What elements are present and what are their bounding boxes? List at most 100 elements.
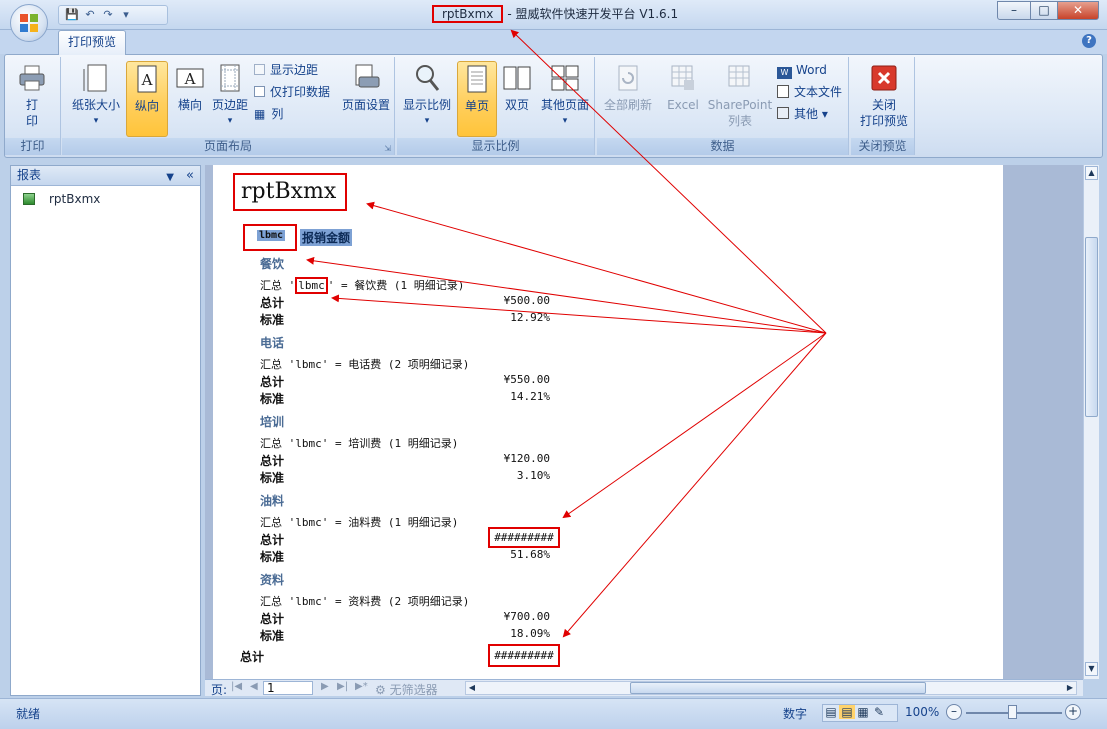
save-icon[interactable]: 💾	[63, 6, 81, 24]
show-margins-label: 显示边距	[270, 63, 319, 77]
horizontal-scrollbar[interactable]: ◀ ▶	[465, 681, 1077, 695]
filter-indicator[interactable]: ⚙ 无筛选器	[375, 681, 438, 698]
zoom-button[interactable]: 显示比例 ▾	[401, 63, 453, 129]
print-preview-view-icon[interactable]: ▤	[823, 705, 839, 719]
print-data-only-checkbox[interactable]: 仅打印数据	[254, 83, 330, 101]
export-word-label: Word	[796, 63, 827, 77]
design-view-icon[interactable]: ✎	[871, 705, 887, 719]
export-word-button[interactable]: W Word	[777, 61, 827, 79]
report-view-icon[interactable]: ▤	[839, 705, 855, 719]
report-page: rptBxmx lbmc 报销金额 餐饮 汇总 ' lbmc ' = 餐饮费 (1 …	[213, 165, 1003, 679]
more-pages-icon	[550, 63, 580, 93]
tab-print-preview[interactable]: 打印预览	[58, 30, 126, 55]
std-value: 18.09%	[510, 627, 550, 640]
close-preview-button[interactable]: 关闭 打印预览	[855, 63, 913, 129]
zoom-label: 显示比例	[402, 98, 451, 112]
prev-page-icon[interactable]: ◀	[250, 681, 258, 692]
zoom-in-icon[interactable]: +	[1065, 704, 1081, 720]
close-preview-icon	[869, 63, 899, 93]
summary-key: lbmc	[295, 277, 328, 294]
excel-button[interactable]: Excel	[663, 63, 703, 113]
nav-item-report[interactable]: rptBxmx	[23, 192, 100, 206]
page-setup-icon	[351, 63, 381, 93]
group-print: 打 印 打印	[5, 57, 61, 155]
group-zoom-label: 显示比例	[397, 138, 594, 155]
group-summary: 汇总 'lbmc' = 油料费 (1 明细记录)	[260, 516, 459, 529]
margins-button[interactable]: 页边距 ▾	[208, 63, 252, 129]
two-pages-button[interactable]: 双页	[499, 63, 535, 113]
paper-size-label: 纸张大小	[71, 98, 120, 112]
portrait-button[interactable]: A 纵向	[126, 61, 168, 137]
office-button[interactable]	[10, 4, 48, 42]
group-summary: 汇总 'lbmc' = 培训费 (1 明细记录)	[260, 437, 459, 450]
new-record-icon[interactable]: ▶*	[355, 681, 368, 692]
paper-icon	[81, 63, 111, 93]
dialog-launcher-icon[interactable]: ⇲	[384, 144, 391, 153]
refresh-icon	[613, 63, 643, 93]
word-icon: W	[777, 67, 792, 79]
summary-prefix: 汇总 '	[260, 279, 296, 292]
show-margins-checkbox[interactable]: 显示边距	[254, 61, 318, 79]
window-title-report-name: rptBxmx	[432, 5, 504, 23]
summary-suffix: ' = 餐饮费 (1 明细记录)	[327, 279, 465, 292]
page-number-input[interactable]: 1	[263, 681, 313, 695]
columns-label: 列	[271, 107, 284, 121]
scroll-left-icon[interactable]: ◀	[466, 682, 478, 694]
columns-button[interactable]: ▦ 列	[254, 105, 283, 123]
page-nav-label: 页:	[211, 683, 228, 697]
total-value: ¥120.00	[503, 452, 550, 465]
horizontal-scroll-thumb[interactable]	[630, 682, 926, 694]
margins-label: 页边距	[211, 98, 248, 112]
nav-dropdown-icon[interactable]: ▼	[166, 168, 174, 187]
vertical-scroll-thumb[interactable]	[1085, 237, 1098, 417]
next-page-icon[interactable]: ▶	[321, 681, 329, 692]
sharepoint-list-label: SharePoint 列表	[707, 98, 773, 128]
record-navigator: 页: |◀ ◀ 1 ▶ ▶| ▶* ⚙ 无筛选器 ◀ ▶	[205, 679, 1083, 698]
refresh-all-button[interactable]: 全部刷新	[601, 63, 655, 113]
num-lock-indicator: 数字	[783, 707, 808, 721]
portrait-label: 纵向	[134, 99, 159, 113]
scroll-down-icon[interactable]: ▼	[1085, 662, 1098, 676]
vertical-scrollbar[interactable]: ▲ ▼	[1083, 165, 1099, 679]
print-button[interactable]: 打 印	[15, 63, 49, 129]
svg-text:A: A	[141, 71, 153, 89]
export-text-label: 文本文件	[794, 85, 843, 99]
sharepoint-list-button[interactable]: SharePoint 列表	[707, 63, 773, 129]
export-other-button[interactable]: 其他 ▾	[777, 105, 828, 123]
help-icon[interactable]: ?	[1082, 34, 1096, 48]
layout-view-icon[interactable]: ▦	[855, 705, 871, 719]
more-pages-button[interactable]: 其他页面 ▾	[537, 63, 593, 129]
page-setup-button[interactable]: 页面设置	[340, 63, 392, 113]
group-print-label: 打印	[5, 138, 60, 155]
maximize-button[interactable]: □	[1030, 1, 1058, 20]
minimize-button[interactable]: –	[997, 1, 1031, 20]
paper-size-button[interactable]: 纸张大小 ▾	[70, 63, 122, 129]
redo-icon[interactable]: ↷	[99, 6, 117, 24]
scroll-up-icon[interactable]: ▲	[1085, 166, 1098, 180]
customize-qat-icon[interactable]: ▾	[117, 6, 135, 24]
zoom-slider-thumb[interactable]	[1008, 705, 1017, 719]
nav-pane-header[interactable]: 报表 ▼ «	[11, 166, 200, 186]
close-window-button[interactable]: ✕	[1057, 1, 1099, 20]
export-other-label: 其他	[794, 107, 819, 121]
single-page-button[interactable]: 单页	[457, 61, 497, 137]
nav-collapse-icon[interactable]: «	[186, 166, 194, 185]
scroll-right-icon[interactable]: ▶	[1064, 682, 1076, 694]
undo-icon[interactable]: ↶	[81, 6, 99, 24]
landscape-icon: A	[175, 63, 205, 93]
nav-pane-title: 报表	[17, 168, 42, 182]
col-header-amount: 报销金额	[300, 229, 353, 246]
filter-icon: ⚙	[375, 683, 390, 697]
export-text-button[interactable]: 文本文件	[777, 83, 842, 101]
last-page-icon[interactable]: ▶|	[337, 681, 348, 692]
zoom-out-icon[interactable]: –	[946, 704, 962, 720]
single-page-icon	[462, 64, 492, 94]
first-page-icon[interactable]: |◀	[231, 681, 242, 692]
filter-label: 无筛选器	[389, 683, 438, 697]
total-label: 总计	[260, 454, 285, 468]
quick-access-toolbar: 💾 ↶ ↷ ▾	[58, 5, 168, 25]
landscape-button[interactable]: A 横向	[170, 63, 210, 113]
excel-label: Excel	[667, 98, 699, 112]
portrait-icon: A	[132, 64, 162, 94]
std-label: 标准	[260, 629, 285, 643]
